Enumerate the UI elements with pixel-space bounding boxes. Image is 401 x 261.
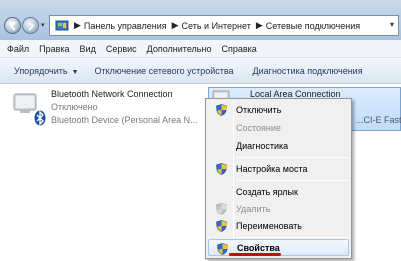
menu-bar: Файл Правка Вид Сервис Дополнительно Спр… [0, 40, 401, 58]
menu-item-rename[interactable]: Переименовать [208, 217, 349, 235]
menu-item-label: Свойства [237, 242, 280, 253]
history-dropdown-icon[interactable]: ▾ [41, 21, 45, 29]
menu-advanced[interactable]: Дополнительно [147, 44, 212, 54]
red-underline-annotation [229, 253, 281, 256]
menu-edit[interactable]: Правка [39, 44, 69, 54]
title-bar: ▾ ▶ Панель управления ▶ Сеть и Интернет … [0, 0, 401, 40]
shield-icon [216, 163, 227, 175]
menu-separator [236, 237, 349, 238]
menu-item-label: Переименовать [236, 221, 302, 231]
breadcrumb-separator-icon[interactable]: ▶ [74, 20, 81, 31]
menu-item-status[interactable]: Состояние [208, 119, 349, 137]
menu-view[interactable]: Вид [80, 44, 96, 54]
menu-item-disable[interactable]: Отключить [208, 101, 349, 119]
breadcrumb-network-internet[interactable]: Сеть и Интернет [182, 21, 251, 31]
breadcrumb-separator-icon[interactable]: ▶ [256, 20, 263, 31]
back-arrow-icon [9, 21, 16, 31]
menu-item-label: Состояние [236, 123, 281, 133]
shield-icon [216, 220, 227, 232]
breadcrumb-control-panel[interactable]: Панель управления [84, 21, 167, 31]
menu-separator [236, 157, 349, 158]
connection-status: Отключено [51, 102, 98, 112]
disable-device-button[interactable]: Отключение сетевого устройства [95, 66, 234, 76]
menu-separator [236, 180, 349, 181]
menu-item-diagnose[interactable]: Диагностика [208, 137, 349, 155]
command-bar: Упорядочить ▼ Отключение сетевого устройс… [0, 58, 401, 84]
chevron-down-icon: ▼ [71, 68, 79, 76]
menu-help[interactable]: Справка [221, 44, 256, 54]
diagnose-connection-button[interactable]: Диагностика подключения [253, 66, 363, 76]
menu-item-label: Диагностика [236, 141, 289, 151]
forward-arrow-icon [28, 21, 35, 31]
menu-tools[interactable]: Сервис [106, 44, 137, 54]
connection-device: Bluetooth Device (Personal Area N... [51, 115, 198, 125]
connection-name: Bluetooth Network Connection [51, 89, 173, 99]
address-dropdown-icon[interactable]: ▾ [390, 20, 394, 29]
connection-device: ...CI-E Fast ... [356, 115, 401, 125]
menu-item-delete[interactable]: Удалить [208, 200, 349, 218]
connection-bluetooth[interactable]: Bluetooth Network Connection Отключено B… [10, 88, 205, 130]
menu-item-label: Настройка моста [236, 164, 308, 174]
shield-icon [216, 203, 227, 215]
menu-item-label: Удалить [236, 204, 271, 214]
menu-item-create-shortcut[interactable]: Создать ярлык [208, 183, 349, 201]
forward-button[interactable] [22, 17, 39, 34]
menu-item-bridge[interactable]: Настройка моста [208, 160, 349, 178]
organize-button[interactable]: Упорядочить ▼ [14, 66, 79, 76]
organize-label: Упорядочить [14, 65, 68, 76]
breadcrumb-network-connections[interactable]: Сетевые подключения [266, 21, 360, 31]
menu-item-label: Отключить [236, 105, 282, 115]
context-menu: Отключить Состояние Диагностика Настройк… [205, 98, 352, 259]
control-panel-icon [55, 20, 69, 32]
breadcrumb-separator-icon[interactable]: ▶ [172, 20, 179, 31]
address-bar[interactable]: ▶ Панель управления ▶ Сеть и Интернет ▶ … [49, 15, 399, 36]
bluetooth-icon [34, 110, 46, 126]
menu-item-label: Создать ярлык [236, 187, 298, 197]
shield-icon [216, 104, 227, 116]
menu-file[interactable]: Файл [7, 44, 29, 54]
back-button[interactable] [4, 17, 21, 34]
shield-icon [217, 243, 228, 255]
